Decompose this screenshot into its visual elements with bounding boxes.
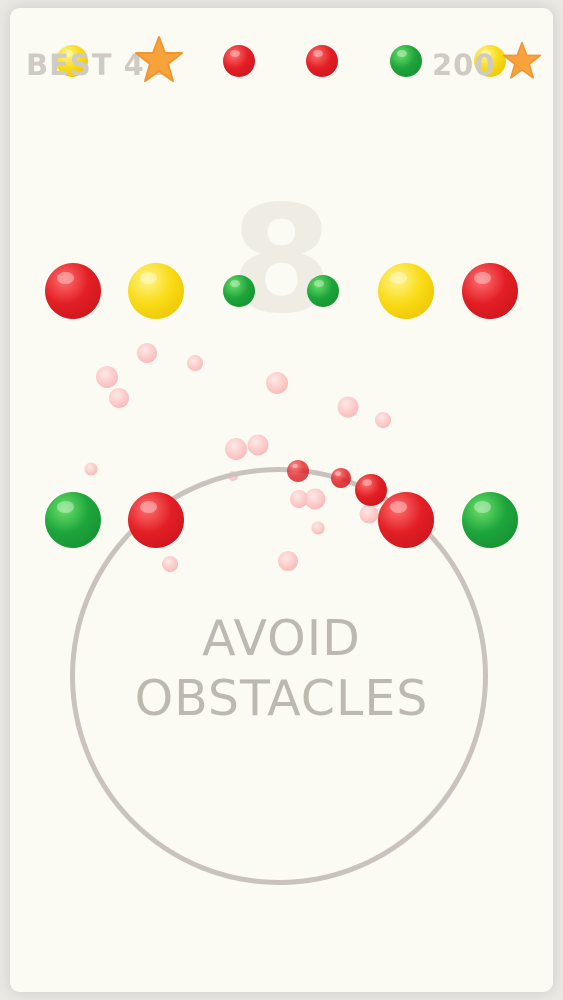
- splash-particle: [375, 412, 391, 428]
- obstacle-ball-green: [462, 492, 518, 548]
- game-screen[interactable]: BEST 42 200 8 AVOID OBSTACLES: [10, 8, 553, 992]
- hud-ball-red: [306, 45, 338, 77]
- obstacle-ball-yellow: [378, 263, 434, 319]
- splash-particle: [187, 355, 203, 371]
- obstacle-ball-red: [45, 263, 101, 319]
- player-ball: [355, 474, 387, 506]
- splash-particle: [247, 434, 269, 456]
- hud-ball-green: [390, 45, 422, 77]
- obstacle-ball-green: [223, 275, 255, 307]
- splash-particle: [266, 372, 288, 394]
- obstacle-ball-red: [378, 492, 434, 548]
- player-ball-trail: [287, 460, 309, 482]
- hint-line-2: OBSTACLES: [134, 670, 429, 727]
- splash-particle: [337, 396, 359, 418]
- obstacle-ball-red: [128, 492, 184, 548]
- coin-count: 200: [432, 48, 496, 82]
- splash-particle: [137, 343, 157, 363]
- splash-particle: [96, 366, 118, 388]
- star-icon: [135, 36, 183, 82]
- obstacle-ball-yellow: [128, 263, 184, 319]
- obstacle-ball-green: [45, 492, 101, 548]
- splash-particle: [84, 462, 98, 476]
- splash-particle: [225, 438, 247, 460]
- player-ball-trail: [331, 468, 351, 488]
- obstacle-ball-green: [307, 275, 339, 307]
- hud-ball-red: [223, 45, 255, 77]
- splash-particle: [109, 388, 129, 408]
- obstacle-ball-red: [462, 263, 518, 319]
- star-icon: [502, 41, 542, 79]
- hint-line-1: AVOID: [202, 610, 361, 667]
